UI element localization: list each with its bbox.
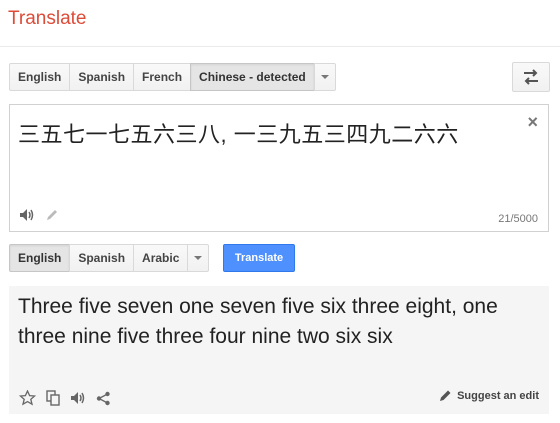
source-lang-dropdown-button[interactable]: [313, 63, 336, 91]
star-icon[interactable]: [19, 390, 36, 406]
chevron-down-icon: [320, 75, 329, 79]
source-text[interactable]: 三五七一七五六三八, 一三九五三四九二六六: [18, 117, 459, 149]
translated-text: Three five seven one seven five six thre…: [18, 295, 498, 348]
pencil-icon: [440, 390, 451, 401]
source-lang-detected[interactable]: Chinese - detected: [190, 63, 315, 91]
source-lang-spanish[interactable]: Spanish: [69, 63, 135, 91]
chevron-down-icon: [194, 256, 203, 260]
translation-output: Three five seven one seven five six thre…: [9, 286, 549, 414]
output-tools: [19, 390, 111, 406]
share-icon[interactable]: [96, 391, 111, 406]
speaker-icon[interactable]: [19, 208, 35, 222]
target-lang-spanish[interactable]: Spanish: [69, 244, 135, 272]
source-lang-english[interactable]: English: [9, 63, 71, 91]
suggest-edit-label: Suggest an edit: [457, 389, 539, 402]
target-lang-dropdown-button[interactable]: [187, 244, 210, 272]
translate-button[interactable]: Translate: [223, 244, 295, 272]
target-lang-arabic[interactable]: Arabic: [133, 244, 189, 272]
title-divider: [0, 46, 560, 47]
suggest-edit-button[interactable]: Suggest an edit: [439, 389, 539, 402]
source-lang-french[interactable]: French: [133, 63, 192, 91]
close-icon[interactable]: ×: [527, 112, 538, 133]
source-text-area[interactable]: 三五七一七五六三八, 一三九五三四九二六六 × 21/5000: [9, 104, 549, 232]
speaker-icon[interactable]: [70, 391, 86, 405]
swap-icon: [524, 69, 538, 85]
target-language-bar: English Spanish Arabic: [9, 244, 210, 272]
target-lang-english[interactable]: English: [9, 244, 71, 272]
source-language-bar: English Spanish French Chinese - detecte…: [9, 63, 336, 91]
source-tools: [19, 208, 59, 222]
character-counter: 21/5000: [498, 213, 538, 225]
translate-page: Translate English Spanish French Chinese…: [0, 0, 560, 423]
pencil-icon[interactable]: [45, 208, 59, 222]
copy-icon[interactable]: [46, 390, 60, 406]
app-title: Translate: [8, 8, 87, 29]
swap-languages-button[interactable]: [512, 62, 550, 92]
